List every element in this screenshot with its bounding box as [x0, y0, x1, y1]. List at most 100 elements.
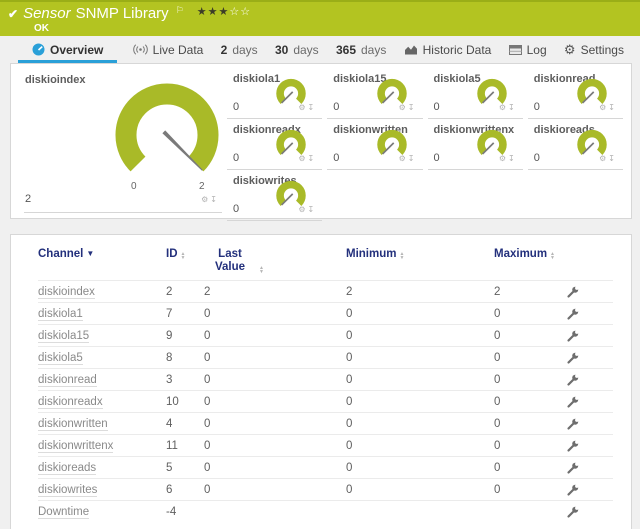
channel-link[interactable]: diskioindex	[38, 286, 95, 299]
cell-id: 9	[166, 330, 204, 342]
channel-settings-icon[interactable]	[566, 483, 580, 497]
cell-channel: diskionwrittenx	[38, 440, 166, 452]
priority-flag-icon[interactable]: ⚐	[176, 5, 184, 16]
tab-2-days-number: 2	[221, 43, 228, 57]
gauge-cell[interactable]: diskiola1 0 ⚙↧	[227, 69, 322, 119]
tab-historic-data[interactable]: Historic Data	[402, 36, 494, 63]
tab-30-days[interactable]: 30 days	[273, 36, 321, 63]
sort-icon: ▲▼	[259, 264, 264, 274]
tab-log-label: Log	[527, 43, 547, 57]
cell-id: 11	[166, 440, 204, 452]
gauge-value: 0	[333, 152, 339, 164]
cell-channel: diskionwritten	[38, 418, 166, 430]
cell-id: 2	[166, 286, 204, 298]
gauge-gear-icon[interactable]: ⚙	[201, 195, 210, 204]
tab-2-days[interactable]: 2 days	[219, 36, 260, 63]
primary-gauge-cell[interactable]: diskioindex 0 2 2 ⚙↧	[11, 69, 227, 218]
channel-settings-icon[interactable]	[566, 285, 580, 299]
channel-link[interactable]: diskionwritten	[38, 418, 108, 431]
gauge-cell[interactable]: diskiola15 0 ⚙↧	[327, 69, 422, 119]
tab-log[interactable]: Log	[507, 36, 549, 63]
channel-settings-icon[interactable]	[566, 461, 580, 475]
cell-id: 4	[166, 418, 204, 430]
channel-link[interactable]: diskiowrites	[38, 484, 97, 497]
cell-last-value: 0	[204, 440, 346, 452]
channel-link[interactable]: diskionwrittenx	[38, 440, 113, 453]
gauge-gear-icon[interactable]: ⚙	[298, 154, 307, 163]
channel-settings-icon[interactable]	[566, 307, 580, 321]
gauge-pin-icon[interactable]: ↧	[508, 154, 517, 163]
priority-rating[interactable]: ★★★☆☆	[197, 5, 251, 18]
channel-settings-icon[interactable]	[566, 329, 580, 343]
gauge-value: 0	[233, 101, 239, 113]
gauge-gear-icon[interactable]: ⚙	[298, 205, 307, 214]
gauge-cell[interactable]: diskioreads 0 ⚙↧	[528, 120, 623, 170]
table-row: diskionwrittenx 11 0 0 0	[38, 434, 613, 456]
table-row: diskiola15 9 0 0 0	[38, 324, 613, 346]
cell-channel: Downtime	[38, 506, 166, 518]
gauge-gear-icon[interactable]: ⚙	[599, 154, 608, 163]
tab-overview[interactable]: Overview	[18, 36, 117, 63]
channel-link[interactable]: diskiola15	[38, 330, 89, 343]
gauge-pin-icon[interactable]: ↧	[308, 154, 317, 163]
gauge-pin-icon[interactable]: ↧	[408, 103, 417, 112]
live-data-broadcast-icon	[133, 44, 148, 55]
gauge-scale-max: 2	[199, 181, 205, 192]
cell-last-value: 0	[204, 330, 346, 342]
gauge-pin-icon[interactable]: ↧	[308, 103, 317, 112]
gauge-cell[interactable]: diskionwrittenx 0 ⚙↧	[428, 120, 523, 170]
gauge-cell[interactable]: diskionreadx 0 ⚙↧	[227, 120, 322, 170]
channel-settings-icon[interactable]	[566, 417, 580, 431]
tab-live-data[interactable]: Live Data	[131, 36, 206, 63]
channel-link[interactable]: diskiola1	[38, 308, 83, 321]
gauge-gear-icon[interactable]: ⚙	[399, 154, 408, 163]
channel-link[interactable]: diskiola5	[38, 352, 83, 365]
channel-link[interactable]: diskionreadx	[38, 396, 103, 409]
gauge-underline	[24, 212, 222, 213]
channel-settings-icon[interactable]	[566, 505, 580, 519]
tab-settings[interactable]: ⚙ Settings	[562, 36, 626, 63]
cell-maximum: 0	[494, 484, 566, 496]
column-header-minimum[interactable]: Minimum ▲▼	[346, 248, 494, 261]
column-header-maximum[interactable]: Maximum ▲▼	[494, 248, 566, 261]
gauge-cell[interactable]: diskionread 0 ⚙↧	[528, 69, 623, 119]
gauge-gear-icon[interactable]: ⚙	[298, 103, 307, 112]
channel-link[interactable]: Downtime	[38, 506, 89, 519]
gauge-pin-icon[interactable]: ↧	[508, 103, 517, 112]
channel-link[interactable]: diskioreads	[38, 462, 96, 475]
cell-minimum: 0	[346, 330, 494, 342]
cell-channel: diskiola1	[38, 308, 166, 320]
cell-last-value: 0	[204, 484, 346, 496]
gauge-cell[interactable]: diskiola5 0 ⚙↧	[428, 69, 523, 119]
gauge-gear-icon[interactable]: ⚙	[399, 103, 408, 112]
tab-365-days[interactable]: 365 days	[334, 36, 388, 63]
column-header-id[interactable]: ID ▲▼	[166, 248, 204, 261]
channel-settings-icon[interactable]	[566, 395, 580, 409]
gauge-value: 0	[434, 101, 440, 113]
channel-settings-icon[interactable]	[566, 439, 580, 453]
column-header-last-value[interactable]: Last Value ▲▼	[204, 248, 346, 274]
gauge-value: 2	[25, 193, 31, 205]
column-header-channel[interactable]: Channel ▼	[38, 248, 166, 261]
cell-id: 6	[166, 484, 204, 496]
gauge-gear-icon[interactable]: ⚙	[599, 103, 608, 112]
gauge-gear-icon[interactable]: ⚙	[499, 154, 508, 163]
gauge-cell[interactable]: diskiowrites 0 ⚙↧	[227, 171, 322, 221]
cell-minimum: 2	[346, 286, 494, 298]
tab-365-days-number: 365	[336, 43, 356, 57]
sort-icon: ▲▼	[399, 248, 404, 261]
gauge-gear-icon[interactable]: ⚙	[499, 103, 508, 112]
channel-settings-icon[interactable]	[566, 373, 580, 387]
overview-gauge-icon	[32, 43, 45, 56]
channel-settings-icon[interactable]	[566, 351, 580, 365]
gauge-pin-icon[interactable]: ↧	[308, 205, 317, 214]
gauge-pin-icon[interactable]: ↧	[210, 195, 219, 204]
cell-last-value: 2	[204, 286, 346, 298]
gauge-pin-icon[interactable]: ↧	[608, 154, 617, 163]
channel-link[interactable]: diskionread	[38, 374, 97, 387]
gauge-pin-icon[interactable]: ↧	[408, 154, 417, 163]
filled-stars[interactable]: ★★★	[197, 6, 230, 18]
empty-stars[interactable]: ☆☆	[229, 6, 251, 18]
gauge-cell[interactable]: diskionwritten 0 ⚙↧	[327, 120, 422, 170]
gauge-pin-icon[interactable]: ↧	[608, 103, 617, 112]
